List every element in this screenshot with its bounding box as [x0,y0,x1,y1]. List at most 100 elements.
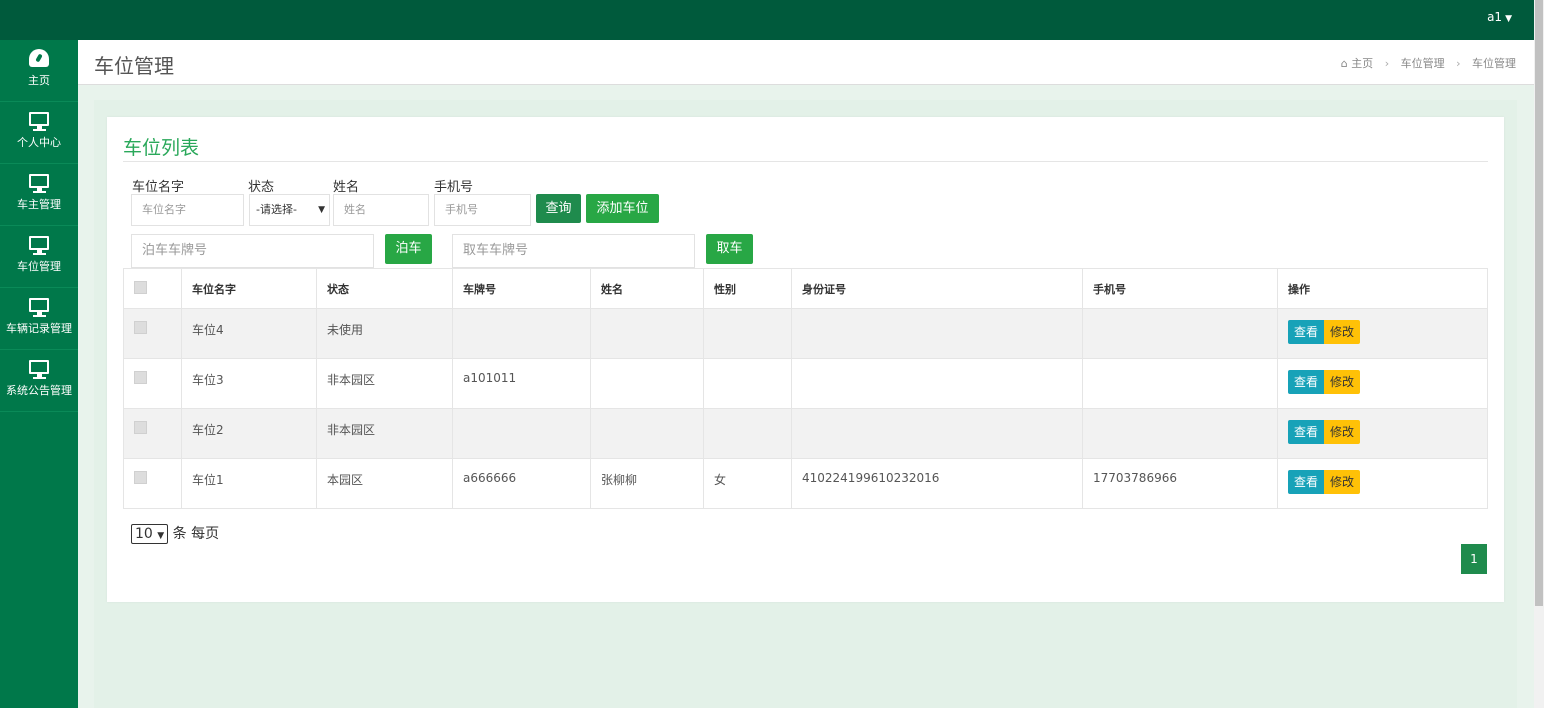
column-header: 性别 [703,268,792,309]
page-size-select[interactable]: 10 ▼ [131,524,169,544]
parking-table: 车位名字 状态 车牌号 姓名 性别 身份证号 手机号 操作 车位4 未使用 查看… [123,268,1488,509]
filter-phone-label: 手机号 [434,180,474,195]
cell-space-name: 车位2 [181,408,317,459]
row-checkbox[interactable] [134,421,147,434]
column-header: 车牌号 [452,268,591,309]
edit-button[interactable]: 修改 [1324,420,1361,444]
person-name-input[interactable]: 姓名 [333,194,429,226]
monitor-icon [29,360,49,379]
sidebar-item-announcements[interactable]: 系统公告管理 [0,350,78,412]
page-size-value: 10 [135,526,153,542]
space-name-input[interactable]: 车位名字 [131,194,244,226]
page-size-control: 10 ▼ 条 每页 [131,523,219,544]
cell-person [590,408,704,459]
cell-actions: 查看 修改 [1277,408,1488,459]
breadcrumb-home[interactable]: 主页 [1351,57,1373,70]
pickup-plate-input[interactable]: 取车车牌号 [452,234,695,268]
monitor-icon [29,236,49,255]
column-header: 身份证号 [791,268,1083,309]
view-button[interactable]: 查看 [1288,420,1325,444]
pickup-button[interactable]: 取车 [706,234,753,264]
breadcrumb-item[interactable]: 车位管理 [1401,57,1445,70]
sidebar-item-home[interactable]: 主页 [0,40,78,102]
status-select[interactable]: -请选择- ▼ [249,194,330,226]
park-plate-input[interactable]: 泊车车牌号 [131,234,374,268]
cell-status: 本园区 [316,458,453,509]
table-row: 车位3 非本园区 a101011 查看 修改 [123,358,1488,409]
row-checkbox-cell [123,408,182,459]
cell-space-name: 车位4 [181,308,317,359]
cell-phone [1082,308,1278,359]
cell-space-name: 车位3 [181,358,317,409]
chevron-down-icon: ▼ [157,531,165,541]
search-button[interactable]: 查询 [536,194,581,223]
cell-phone [1082,408,1278,459]
sidebar-item-label: 车主管理 [17,198,61,211]
cell-status: 非本园区 [316,408,453,459]
monitor-icon [29,298,49,317]
sidebar-item-label: 个人中心 [17,136,61,149]
sidebar-item-label: 系统公告管理 [6,384,72,397]
cell-actions: 查看 修改 [1277,308,1488,359]
filter-name-label: 车位名字 [132,180,185,195]
page-number-button[interactable]: 1 [1461,544,1487,574]
column-header: 姓名 [590,268,704,309]
cell-id-number [791,358,1083,409]
cell-plate [452,408,591,459]
scrollbar-thumb[interactable] [1535,0,1543,606]
cell-gender [703,358,792,409]
sidebar-item-vehicle-records[interactable]: 车辆记录管理 [0,288,78,350]
row-checkbox-cell [123,358,182,409]
vertical-scrollbar[interactable] [1534,0,1544,708]
column-header: 车位名字 [181,268,317,309]
table-row: 车位1 本园区 a666666 张柳柳 女 410224199610232016… [123,458,1488,509]
caret-down-icon: ▼ [1505,14,1512,24]
home-icon: ⌂ [1340,57,1348,70]
user-name: a1 [1487,10,1503,24]
cell-person [590,308,704,359]
row-checkbox[interactable] [134,371,147,384]
sidebar-item-profile[interactable]: 个人中心 [0,102,78,164]
column-header: 状态 [316,268,453,309]
view-button[interactable]: 查看 [1288,320,1325,344]
user-menu[interactable]: a1 ▼ [1487,10,1512,24]
divider [123,161,1488,162]
row-checkbox[interactable] [134,471,147,484]
filter-status-label: 状态 [248,180,275,195]
cell-phone: 17703786966 [1082,458,1278,509]
page-header: 车位管理 ⌂ 主页 › 车位管理 › 车位管理 [78,40,1534,85]
column-header: 操作 [1277,268,1488,309]
sidebar-item-owners[interactable]: 车主管理 [0,164,78,226]
cell-status: 非本园区 [316,358,453,409]
row-checkbox-cell [123,458,182,509]
page-title: 车位管理 [94,54,174,78]
cell-person: 张柳柳 [590,458,704,509]
view-button[interactable]: 查看 [1288,370,1325,394]
chevron-down-icon: ▼ [318,205,325,215]
sidebar-item-label: 车辆记录管理 [6,322,72,335]
row-checkbox[interactable] [134,321,147,334]
edit-button[interactable]: 修改 [1324,470,1361,494]
sidebar-item-label: 主页 [28,74,50,87]
edit-button[interactable]: 修改 [1324,370,1361,394]
cell-status: 未使用 [316,308,453,359]
sidebar-item-spaces[interactable]: 车位管理 [0,226,78,288]
breadcrumb: ⌂ 主页 › 车位管理 › 车位管理 [1341,55,1516,71]
breadcrumb-current: 车位管理 [1472,57,1516,70]
view-button[interactable]: 查看 [1288,470,1325,494]
cell-actions: 查看 修改 [1277,358,1488,409]
row-checkbox-cell [123,308,182,359]
cell-phone [1082,358,1278,409]
edit-button[interactable]: 修改 [1324,320,1361,344]
cell-actions: 查看 修改 [1277,458,1488,509]
cell-id-number [791,308,1083,359]
add-space-button[interactable]: 添加车位 [586,194,659,223]
page-size-suffix: 条 每页 [172,526,220,542]
phone-input[interactable]: 手机号 [434,194,531,226]
chevron-right-icon: › [1456,57,1461,70]
status-select-value: -请选择- [256,203,297,216]
park-button[interactable]: 泊车 [385,234,432,264]
cell-id-number [791,408,1083,459]
cell-plate [452,308,591,359]
select-all-checkbox[interactable] [134,280,147,294]
